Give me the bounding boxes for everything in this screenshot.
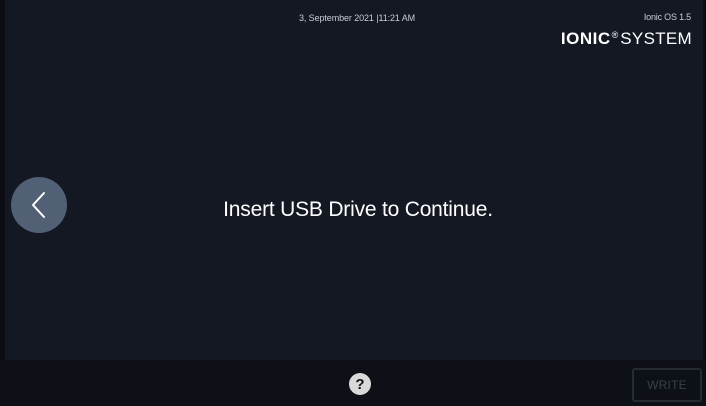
brand-logo: IONIC ® SYSTEM	[561, 29, 692, 49]
usb-write-screen: 3, September 2021 |11:21 AM Ionic OS 1.5…	[0, 0, 706, 406]
footer-bar: ? WRITE	[0, 360, 706, 406]
registered-mark: ®	[611, 30, 619, 40]
question-mark-icon: ?	[355, 375, 365, 393]
brand-name-bold: IONIC	[560, 29, 611, 48]
os-version-label: Ionic OS 1.5	[643, 12, 691, 22]
datetime-display: 3, September 2021 |11:21 AM	[298, 13, 416, 23]
write-button[interactable]: WRITE	[632, 368, 702, 402]
help-button[interactable]: ?	[349, 373, 371, 395]
brand-name-light: SYSTEM	[620, 29, 692, 48]
insert-usb-message: Insert USB Drive to Continue.	[223, 198, 493, 221]
